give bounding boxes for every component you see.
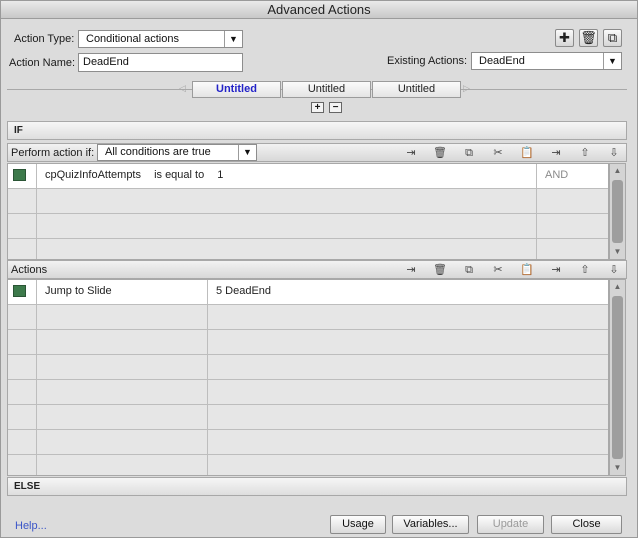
- chevron-down-icon: ▼: [603, 53, 621, 69]
- actions-label: Actions: [11, 264, 48, 276]
- conditions-grid: cpQuizInfoAttempts is equal to 1 AND: [7, 163, 609, 260]
- scroll-thumb[interactable]: [612, 296, 623, 459]
- condition-operator: is equal to: [154, 169, 205, 181]
- window-title: Advanced Actions: [1, 1, 637, 19]
- plus-icon: ✚: [559, 30, 570, 45]
- table-row[interactable]: [8, 405, 608, 430]
- conditions-toolbar: Perform action if: All conditions are tr…: [7, 143, 627, 162]
- move-down-icon[interactable]: ⇩: [605, 262, 623, 278]
- update-button[interactable]: Update: [477, 515, 544, 534]
- chevron-down-icon: ▼: [224, 31, 242, 47]
- insert-row-icon[interactable]: ⇥: [402, 262, 420, 278]
- condition-status-icon: [13, 169, 26, 181]
- existing-actions-select[interactable]: DeadEnd ▼: [471, 52, 622, 70]
- action-type-label: Action Type:: [14, 33, 75, 45]
- table-row[interactable]: [8, 239, 608, 259]
- action-type-value: Conditional actions: [86, 33, 179, 45]
- chevron-down-icon: ▼: [238, 145, 256, 160]
- table-row[interactable]: [8, 355, 608, 380]
- table-row[interactable]: [8, 305, 608, 330]
- tab-untitled-3[interactable]: Untitled: [372, 81, 461, 98]
- perform-condition-select[interactable]: All conditions are true ▼: [97, 144, 257, 161]
- help-link[interactable]: Help...: [15, 520, 47, 532]
- copy-icon[interactable]: ⧉: [460, 262, 478, 278]
- paste-icon[interactable]: 📋: [518, 145, 536, 161]
- table-row[interactable]: [8, 189, 608, 214]
- action-type-select[interactable]: Conditional actions ▼: [78, 30, 243, 48]
- existing-actions-value: DeadEnd: [479, 55, 525, 67]
- cut-icon[interactable]: ✂: [489, 145, 507, 161]
- move-down-icon[interactable]: ⇩: [605, 145, 623, 161]
- table-row[interactable]: cpQuizInfoAttempts is equal to 1 AND: [8, 164, 608, 189]
- insert-action-icon[interactable]: ⇥: [547, 262, 565, 278]
- tabs-scroll-right-icon[interactable]: ▷: [463, 83, 470, 94]
- scroll-up-icon[interactable]: ▲: [610, 280, 625, 294]
- action-name-label: Action Name:: [9, 57, 76, 69]
- condition-variable: cpQuizInfoAttempts: [45, 169, 141, 181]
- scroll-down-icon[interactable]: ▼: [610, 461, 625, 475]
- scroll-down-icon[interactable]: ▼: [610, 245, 625, 259]
- trash-icon: 🗑: [580, 30, 597, 45]
- actions-grid: Jump to Slide 5 DeadEnd: [7, 279, 609, 476]
- scroll-up-icon[interactable]: ▲: [610, 164, 625, 178]
- conditions-scrollbar[interactable]: ▲ ▼: [609, 163, 626, 260]
- condition-expression[interactable]: cpQuizInfoAttempts is equal to 1: [37, 164, 537, 188]
- table-row[interactable]: [8, 380, 608, 405]
- delete-action-button[interactable]: 🗑: [579, 29, 598, 47]
- trash-icon[interactable]: 🗑: [431, 262, 449, 278]
- add-action-button[interactable]: ✚: [555, 29, 574, 47]
- tab-untitled-2[interactable]: Untitled: [282, 81, 371, 98]
- perform-condition-value: All conditions are true: [105, 146, 211, 158]
- tabs-scroll-left-icon[interactable]: ◁: [179, 83, 186, 94]
- add-tab-button[interactable]: +: [311, 102, 324, 113]
- duplicate-icon: ⧉: [607, 30, 618, 45]
- remove-tab-button[interactable]: −: [329, 102, 342, 113]
- condition-connector[interactable]: AND: [537, 164, 608, 188]
- scroll-thumb[interactable]: [612, 180, 623, 243]
- action-target[interactable]: 5 DeadEnd: [208, 280, 608, 304]
- insert-condition-icon[interactable]: ⇥: [547, 145, 565, 161]
- perform-action-label: Perform action if:: [11, 147, 95, 159]
- move-up-icon[interactable]: ⇧: [576, 145, 594, 161]
- table-row[interactable]: [8, 430, 608, 455]
- table-row[interactable]: [8, 214, 608, 239]
- trash-icon[interactable]: 🗑: [431, 145, 449, 161]
- actions-scrollbar[interactable]: ▲ ▼: [609, 279, 626, 476]
- actions-toolbar: Actions ⇥ 🗑 ⧉ ✂ 📋 ⇥ ⇧ ⇩: [7, 260, 627, 279]
- action-status-icon: [13, 285, 26, 297]
- paste-icon[interactable]: 📋: [518, 262, 536, 278]
- advanced-actions-dialog: Advanced Actions Action Type: Conditiona…: [0, 0, 638, 538]
- condition-value: 1: [217, 169, 224, 181]
- move-up-icon[interactable]: ⇧: [576, 262, 594, 278]
- else-section-header[interactable]: ELSE: [7, 477, 627, 496]
- close-button[interactable]: Close: [551, 515, 622, 534]
- table-row[interactable]: [8, 330, 608, 355]
- existing-actions-label: Existing Actions:: [387, 55, 468, 67]
- tab-untitled-1[interactable]: Untitled: [192, 81, 281, 98]
- variables-button[interactable]: Variables...: [392, 515, 469, 534]
- if-section-header[interactable]: IF: [7, 121, 627, 140]
- usage-button[interactable]: Usage: [330, 515, 386, 534]
- table-row[interactable]: [8, 455, 608, 475]
- cut-icon[interactable]: ✂: [489, 262, 507, 278]
- action-name-field[interactable]: DeadEnd: [78, 53, 243, 72]
- duplicate-action-button[interactable]: ⧉: [603, 29, 622, 47]
- insert-row-icon[interactable]: ⇥: [402, 145, 420, 161]
- copy-icon[interactable]: ⧉: [460, 145, 478, 161]
- table-row[interactable]: Jump to Slide 5 DeadEnd: [8, 280, 608, 305]
- action-command[interactable]: Jump to Slide: [37, 280, 208, 304]
